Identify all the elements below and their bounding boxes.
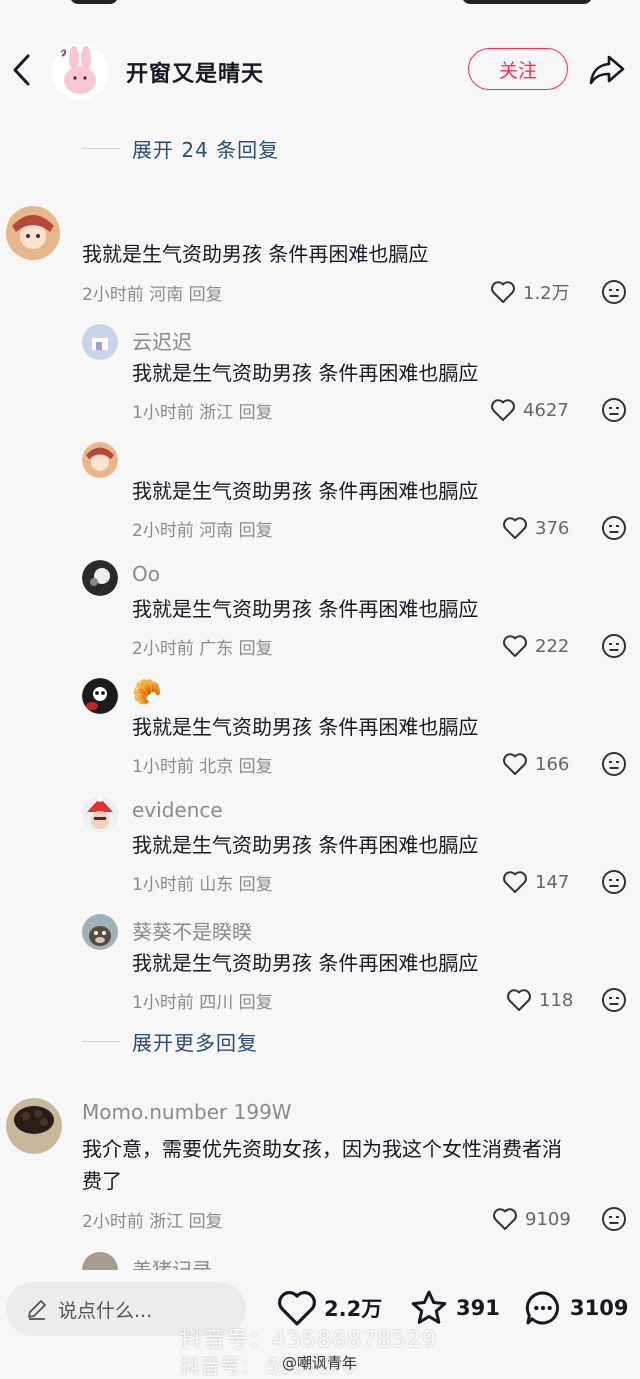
reply-text: 我就是生气资助男孩 条件再困难也膈应 <box>132 951 479 975</box>
heart-icon <box>503 753 527 775</box>
like-button[interactable]: 166 <box>502 750 569 778</box>
heart-icon <box>507 989 531 1011</box>
reply-text: 我就是生气资助男孩 条件再困难也膈应 <box>132 715 479 739</box>
comment-total-button[interactable]: 3109 <box>522 1286 628 1330</box>
chevron-left-icon <box>13 54 30 86</box>
avatar[interactable] <box>6 1098 62 1154</box>
comment-text-line2: 费了 <box>82 1169 122 1193</box>
comment-text-line1: 我介意，需要优先资助女孩，因为我这个女性消费者消 <box>82 1137 562 1161</box>
dislike-icon[interactable] <box>601 633 627 659</box>
comment-total: 3109 <box>570 1296 629 1320</box>
dislike-icon[interactable] <box>601 987 627 1013</box>
reply-text: 我就是生气资助男孩 条件再困难也膈应 <box>132 597 479 621</box>
reply-username[interactable]: 云迟迟 <box>132 326 192 355</box>
comment-username[interactable]: Momo.number 199W <box>82 1100 292 1124</box>
like-button[interactable]: 1.2万 <box>490 278 570 306</box>
like-count: 9109 <box>525 1208 571 1230</box>
header: 开窗又是晴天 关注 <box>0 30 640 110</box>
status-bar <box>0 0 640 20</box>
like-button[interactable]: 222 <box>502 632 569 660</box>
heart-icon <box>503 517 527 539</box>
comment-text: 我就是生气资助男孩 条件再困难也膈应 <box>82 242 429 266</box>
reply-meta[interactable]: 1小时前 四川 回复 <box>132 988 273 1013</box>
like-count: 147 <box>535 871 570 893</box>
reply-meta[interactable]: 2小时前 广东 回复 <box>132 634 273 659</box>
back-button[interactable] <box>6 50 36 90</box>
divider <box>82 1041 120 1042</box>
dislike-icon[interactable] <box>601 1206 627 1232</box>
like-button[interactable]: 118 <box>506 986 573 1014</box>
reply-text: 我就是生气资助男孩 条件再困难也膈应 <box>132 833 479 857</box>
status-bar-indicators <box>462 0 592 4</box>
reply-username[interactable]: Oo <box>132 562 160 586</box>
expand-more-replies[interactable]: 展开更多回复 <box>82 1027 258 1056</box>
weibo-tag: @嘲讽青年 <box>282 1354 358 1372</box>
dislike-icon[interactable] <box>601 397 627 423</box>
favorite-total: 391 <box>456 1296 500 1320</box>
dislike-icon[interactable] <box>601 869 627 895</box>
avatar[interactable] <box>82 678 118 714</box>
like-count: 222 <box>535 635 570 657</box>
heart-icon <box>503 871 527 893</box>
avatar[interactable] <box>82 324 118 360</box>
like-button[interactable]: 147 <box>502 868 569 896</box>
heart-icon <box>503 635 527 657</box>
heart-icon <box>493 1208 517 1230</box>
heart-icon <box>491 399 515 421</box>
reply-username[interactable]: 🥐 <box>132 678 162 706</box>
dislike-icon[interactable] <box>601 515 627 541</box>
avatar[interactable] <box>82 560 118 596</box>
like-count: 118 <box>539 989 574 1011</box>
reply-meta[interactable]: 1小时前 北京 回复 <box>132 752 273 777</box>
like-button[interactable]: 4627 <box>490 396 569 424</box>
reply-meta[interactable]: 2小时前 河南 回复 <box>132 516 273 541</box>
divider <box>82 148 120 149</box>
like-count: 1.2万 <box>523 283 570 304</box>
dislike-icon[interactable] <box>601 751 627 777</box>
comment-bubble-icon <box>525 1291 559 1325</box>
like-button[interactable]: 376 <box>502 514 569 542</box>
avatar[interactable] <box>82 914 118 950</box>
expand-more-label: 展开更多回复 <box>132 1031 258 1055</box>
pen-icon <box>28 1300 46 1320</box>
comment-meta[interactable]: 2小时前 浙江 回复 <box>82 1207 223 1232</box>
reply-username[interactable]: evidence <box>132 798 223 822</box>
bottom-bar: 说点什么... 2.2万 391 3109 抖音号：43586878529 抖音… <box>0 1270 640 1378</box>
reply-username[interactable]: 葵葵不是睽睽 <box>132 916 252 945</box>
author-avatar[interactable] <box>52 44 108 100</box>
reply-text: 我就是生气资助男孩 条件再困难也膈应 <box>132 361 479 385</box>
follow-button[interactable]: 关注 <box>468 48 568 90</box>
expand-replies-top[interactable]: 展开 24 条回复 <box>82 134 279 163</box>
like-total: 2.2万 <box>324 1297 383 1321</box>
like-count: 4627 <box>523 399 569 421</box>
comment-input-placeholder: 说点什么... <box>58 1299 153 1322</box>
expand-replies-label: 展开 24 条回复 <box>132 138 280 162</box>
dislike-icon[interactable] <box>601 279 627 305</box>
reply-meta[interactable]: 1小时前 浙江 回复 <box>132 398 273 423</box>
status-bar-time <box>70 0 118 4</box>
heart-icon <box>491 281 515 303</box>
like-count: 166 <box>535 753 570 775</box>
like-count: 376 <box>535 517 570 539</box>
comment-meta[interactable]: 2小时前 河南 回复 <box>82 280 223 305</box>
share-button[interactable] <box>586 50 628 90</box>
reply-text: 我就是生气资助男孩 条件再困难也膈应 <box>132 479 479 503</box>
share-icon <box>589 55 625 85</box>
reply-meta[interactable]: 1小时前 山东 回复 <box>132 870 273 895</box>
author-name[interactable]: 开窗又是晴天 <box>126 56 264 88</box>
avatar[interactable] <box>6 206 60 260</box>
avatar[interactable] <box>82 796 118 832</box>
avatar[interactable] <box>82 442 118 478</box>
like-button[interactable]: 9109 <box>492 1205 571 1233</box>
